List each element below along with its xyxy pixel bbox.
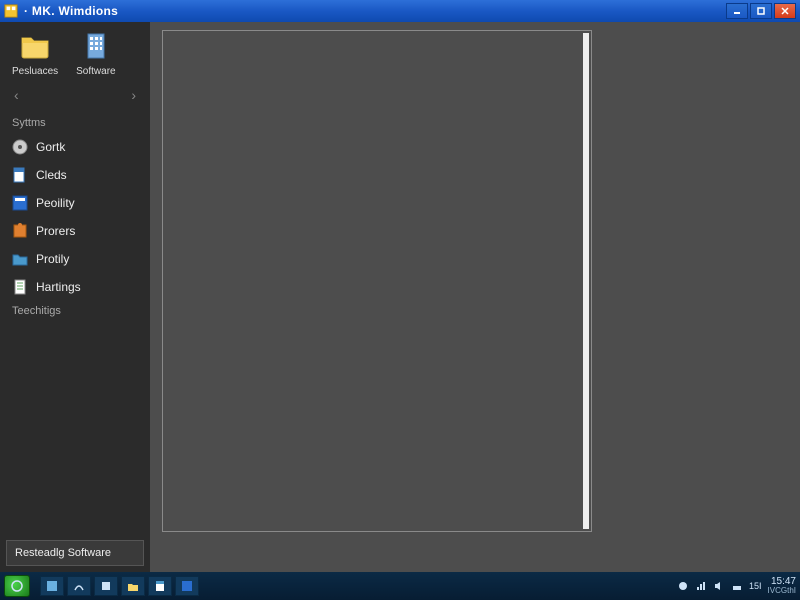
sidebar-item-label: Peoility <box>36 196 75 210</box>
building-icon <box>80 30 112 62</box>
sidebar-top-pesluaces[interactable]: Pesluaces <box>12 30 58 77</box>
app-icon <box>4 4 18 18</box>
taskbar-items <box>34 576 199 596</box>
sidebar-top-icons: Pesluaces Software <box>0 22 150 81</box>
task-icon <box>181 580 193 592</box>
sidebar-item-cleds[interactable]: Cleds <box>0 161 150 189</box>
system-tray: 15I <box>671 580 768 592</box>
folder-blue-icon <box>12 251 28 267</box>
taskbar-item-4[interactable] <box>121 576 145 596</box>
close-icon <box>781 7 789 15</box>
tray-volume-icon[interactable] <box>713 580 725 592</box>
sidebar-item-label: Gortk <box>36 140 65 154</box>
task-icon <box>127 580 139 592</box>
puzzle-icon <box>12 223 28 239</box>
sidebar-item-label: Prorers <box>36 224 75 238</box>
window-controls <box>726 3 796 19</box>
tray-text: 15I <box>749 581 762 591</box>
clock-date: IVCGthI <box>768 587 796 595</box>
content-area <box>150 22 800 572</box>
taskbar-item-6[interactable] <box>175 576 199 596</box>
nav-forward-button[interactable]: › <box>131 87 136 103</box>
sidebar-item-peoility[interactable]: Peoility <box>0 189 150 217</box>
sidebar-item-protily[interactable]: Protily <box>0 245 150 273</box>
task-icon <box>73 580 85 592</box>
nav-back-button[interactable]: ‹ <box>14 87 19 103</box>
titlebar: · MK. Wimdions <box>0 0 800 22</box>
minimize-icon <box>733 7 741 15</box>
sidebar-list: Gortk Cleds Peoility Prorers Protily Har… <box>0 133 150 301</box>
nav-arrows: ‹ › <box>0 81 150 113</box>
tray-network-icon[interactable] <box>731 580 743 592</box>
taskbar-item-2[interactable] <box>67 576 91 596</box>
maximize-icon <box>757 7 765 15</box>
sidebar-top-software[interactable]: Software <box>76 30 115 77</box>
sidebar-item-label: Hartings <box>36 280 81 294</box>
folder-icon <box>19 30 51 62</box>
tray-icon-1[interactable] <box>677 580 689 592</box>
taskbar-item-1[interactable] <box>40 576 64 596</box>
sidebar-top-label: Software <box>76 66 115 77</box>
sidebar-item-label: Protily <box>36 252 69 266</box>
task-icon <box>46 580 58 592</box>
sidebar-item-hartings[interactable]: Hartings <box>0 273 150 301</box>
taskbar: 15I 15:47 IVCGthI <box>0 572 800 600</box>
taskbar-clock[interactable]: 15:47 IVCGthI <box>768 577 800 595</box>
tray-icon-2[interactable] <box>695 580 707 592</box>
sidebar-section-label: Syttms <box>0 113 150 133</box>
task-icon <box>154 580 166 592</box>
sidebar: Pesluaces Software ‹ › Syttms Gortk <box>0 22 150 572</box>
content-pane <box>162 30 592 532</box>
minimize-button[interactable] <box>726 3 748 19</box>
sidebar-top-label: Pesluaces <box>12 66 58 77</box>
main-container: Pesluaces Software ‹ › Syttms Gortk <box>0 22 800 572</box>
close-button[interactable] <box>774 3 796 19</box>
start-button[interactable] <box>4 575 30 597</box>
app-icon <box>12 195 28 211</box>
sidebar-item-prorers[interactable]: Prorers <box>0 217 150 245</box>
restart-software-button[interactable]: Resteadlg Software <box>6 540 144 566</box>
page-icon <box>12 279 28 295</box>
sidebar-item-gortk[interactable]: Gortk <box>0 133 150 161</box>
start-icon <box>11 580 23 592</box>
window-title: · MK. Wimdions <box>24 4 726 18</box>
maximize-button[interactable] <box>750 3 772 19</box>
taskbar-item-3[interactable] <box>94 576 118 596</box>
doc-blue-icon <box>12 167 28 183</box>
task-icon <box>100 580 112 592</box>
cd-icon <box>12 139 28 155</box>
sidebar-spacer <box>0 321 150 534</box>
sidebar-item-label: Cleds <box>36 168 67 182</box>
taskbar-item-5[interactable] <box>148 576 172 596</box>
sidebar-section-label-2: Teechitigs <box>0 301 150 321</box>
